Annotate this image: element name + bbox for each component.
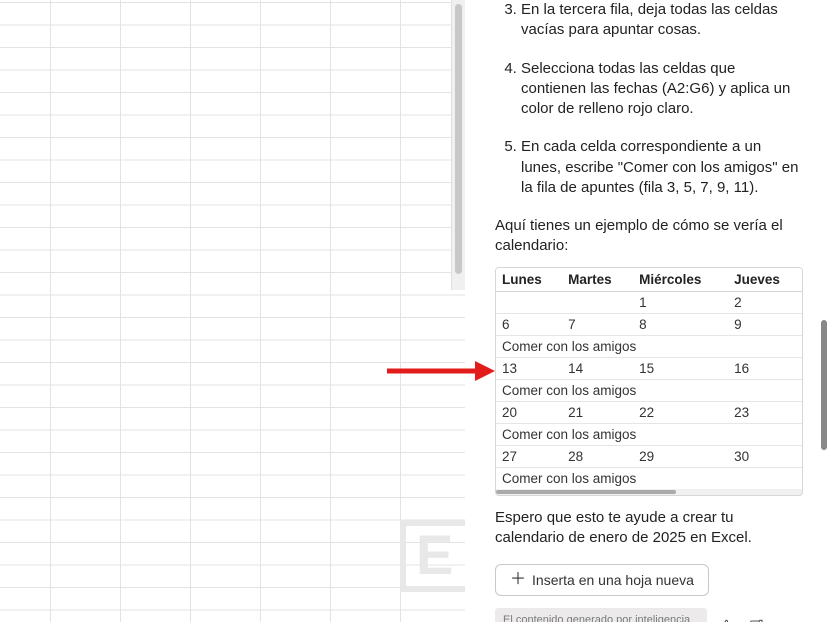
example-intro-text: Aquí tienes un ejemplo de cómo se vería … [495,216,803,257]
insert-button-label: Inserta en una hoja nueva [532,572,694,588]
calendar-cell: 2 [728,291,802,313]
calendar-cell: 22 [633,401,728,423]
sheet-scrollbar-thumb[interactable] [455,4,462,274]
calendar-cell: 23 [728,401,802,423]
feedback-row: El contenido generado por inteligencia a… [495,608,803,622]
calendar-cell: 15 [633,357,728,379]
copilot-panel: En la tercera fila, deja todas las celda… [465,0,829,622]
watermark-boxed: E [400,520,473,592]
calendar-cell: 30 [728,445,802,467]
plus-icon: ＋ [510,572,526,588]
calendar-cell: 20 [496,401,562,423]
calendar-cell: 27 [496,445,562,467]
calendar-cell: 9 [728,313,802,335]
calendar-cell: Comer con los amigos [496,335,802,357]
insert-new-sheet-button[interactable]: ＋ Inserta en una hoja nueva [495,564,709,596]
calendar-cell: 21 [562,401,633,423]
calendar-cell: 14 [562,357,633,379]
calendar-header: Lunes [496,268,562,292]
calendar-cell: 16 [728,357,802,379]
calendar-cell [562,291,633,313]
thumbs-up-button[interactable] [715,616,737,622]
calendar-cell: 7 [562,313,633,335]
calendar-header: Miércoles [633,268,728,292]
calendar-cell: Comer con los amigos [496,467,802,489]
instruction-steps: En la tercera fila, deja todas las celda… [495,0,803,198]
step-item: En la tercera fila, deja todas las celda… [521,0,803,41]
ai-disclaimer: El contenido generado por inteligencia a… [495,608,707,622]
calendar-cell: 8 [633,313,728,335]
calendar-cell: 13 [496,357,562,379]
calendar-cell: Comer con los amigos [496,423,802,445]
closing-text: Espero que esto te ayude a crear tu cale… [495,508,803,549]
sheet-vertical-scrollbar[interactable] [451,0,465,290]
calendar-cell: Comer con los amigos [496,379,802,401]
calendar-cell [496,291,562,313]
calendar-header: Jueves [728,268,802,292]
panel-scrollbar-thumb[interactable] [821,320,827,450]
spreadsheet-grid[interactable] [0,0,465,622]
thumbs-down-button[interactable] [745,616,767,622]
step-item: En cada celda correspondiente a un lunes… [521,137,803,198]
spreadsheet-area[interactable] [0,0,465,622]
calendar-header: Martes [562,268,633,292]
panel-vertical-scrollbar[interactable] [821,0,827,622]
calendar-horizontal-scrollbar[interactable] [496,489,802,495]
calendar-cell: 28 [562,445,633,467]
calendar-hscroll-thumb[interactable] [496,490,676,494]
calendar-cell: 6 [496,313,562,335]
calendar-example: Lunes Martes Miércoles Jueves 12 6789 Co… [495,267,803,496]
panel-content: En la tercera fila, deja todas las celda… [483,0,821,622]
calendar-cell: 29 [633,445,728,467]
calendar-table: Lunes Martes Miércoles Jueves 12 6789 Co… [496,268,802,489]
calendar-cell: 1 [633,291,728,313]
step-item: Selecciona todas las celdas que contiene… [521,59,803,120]
